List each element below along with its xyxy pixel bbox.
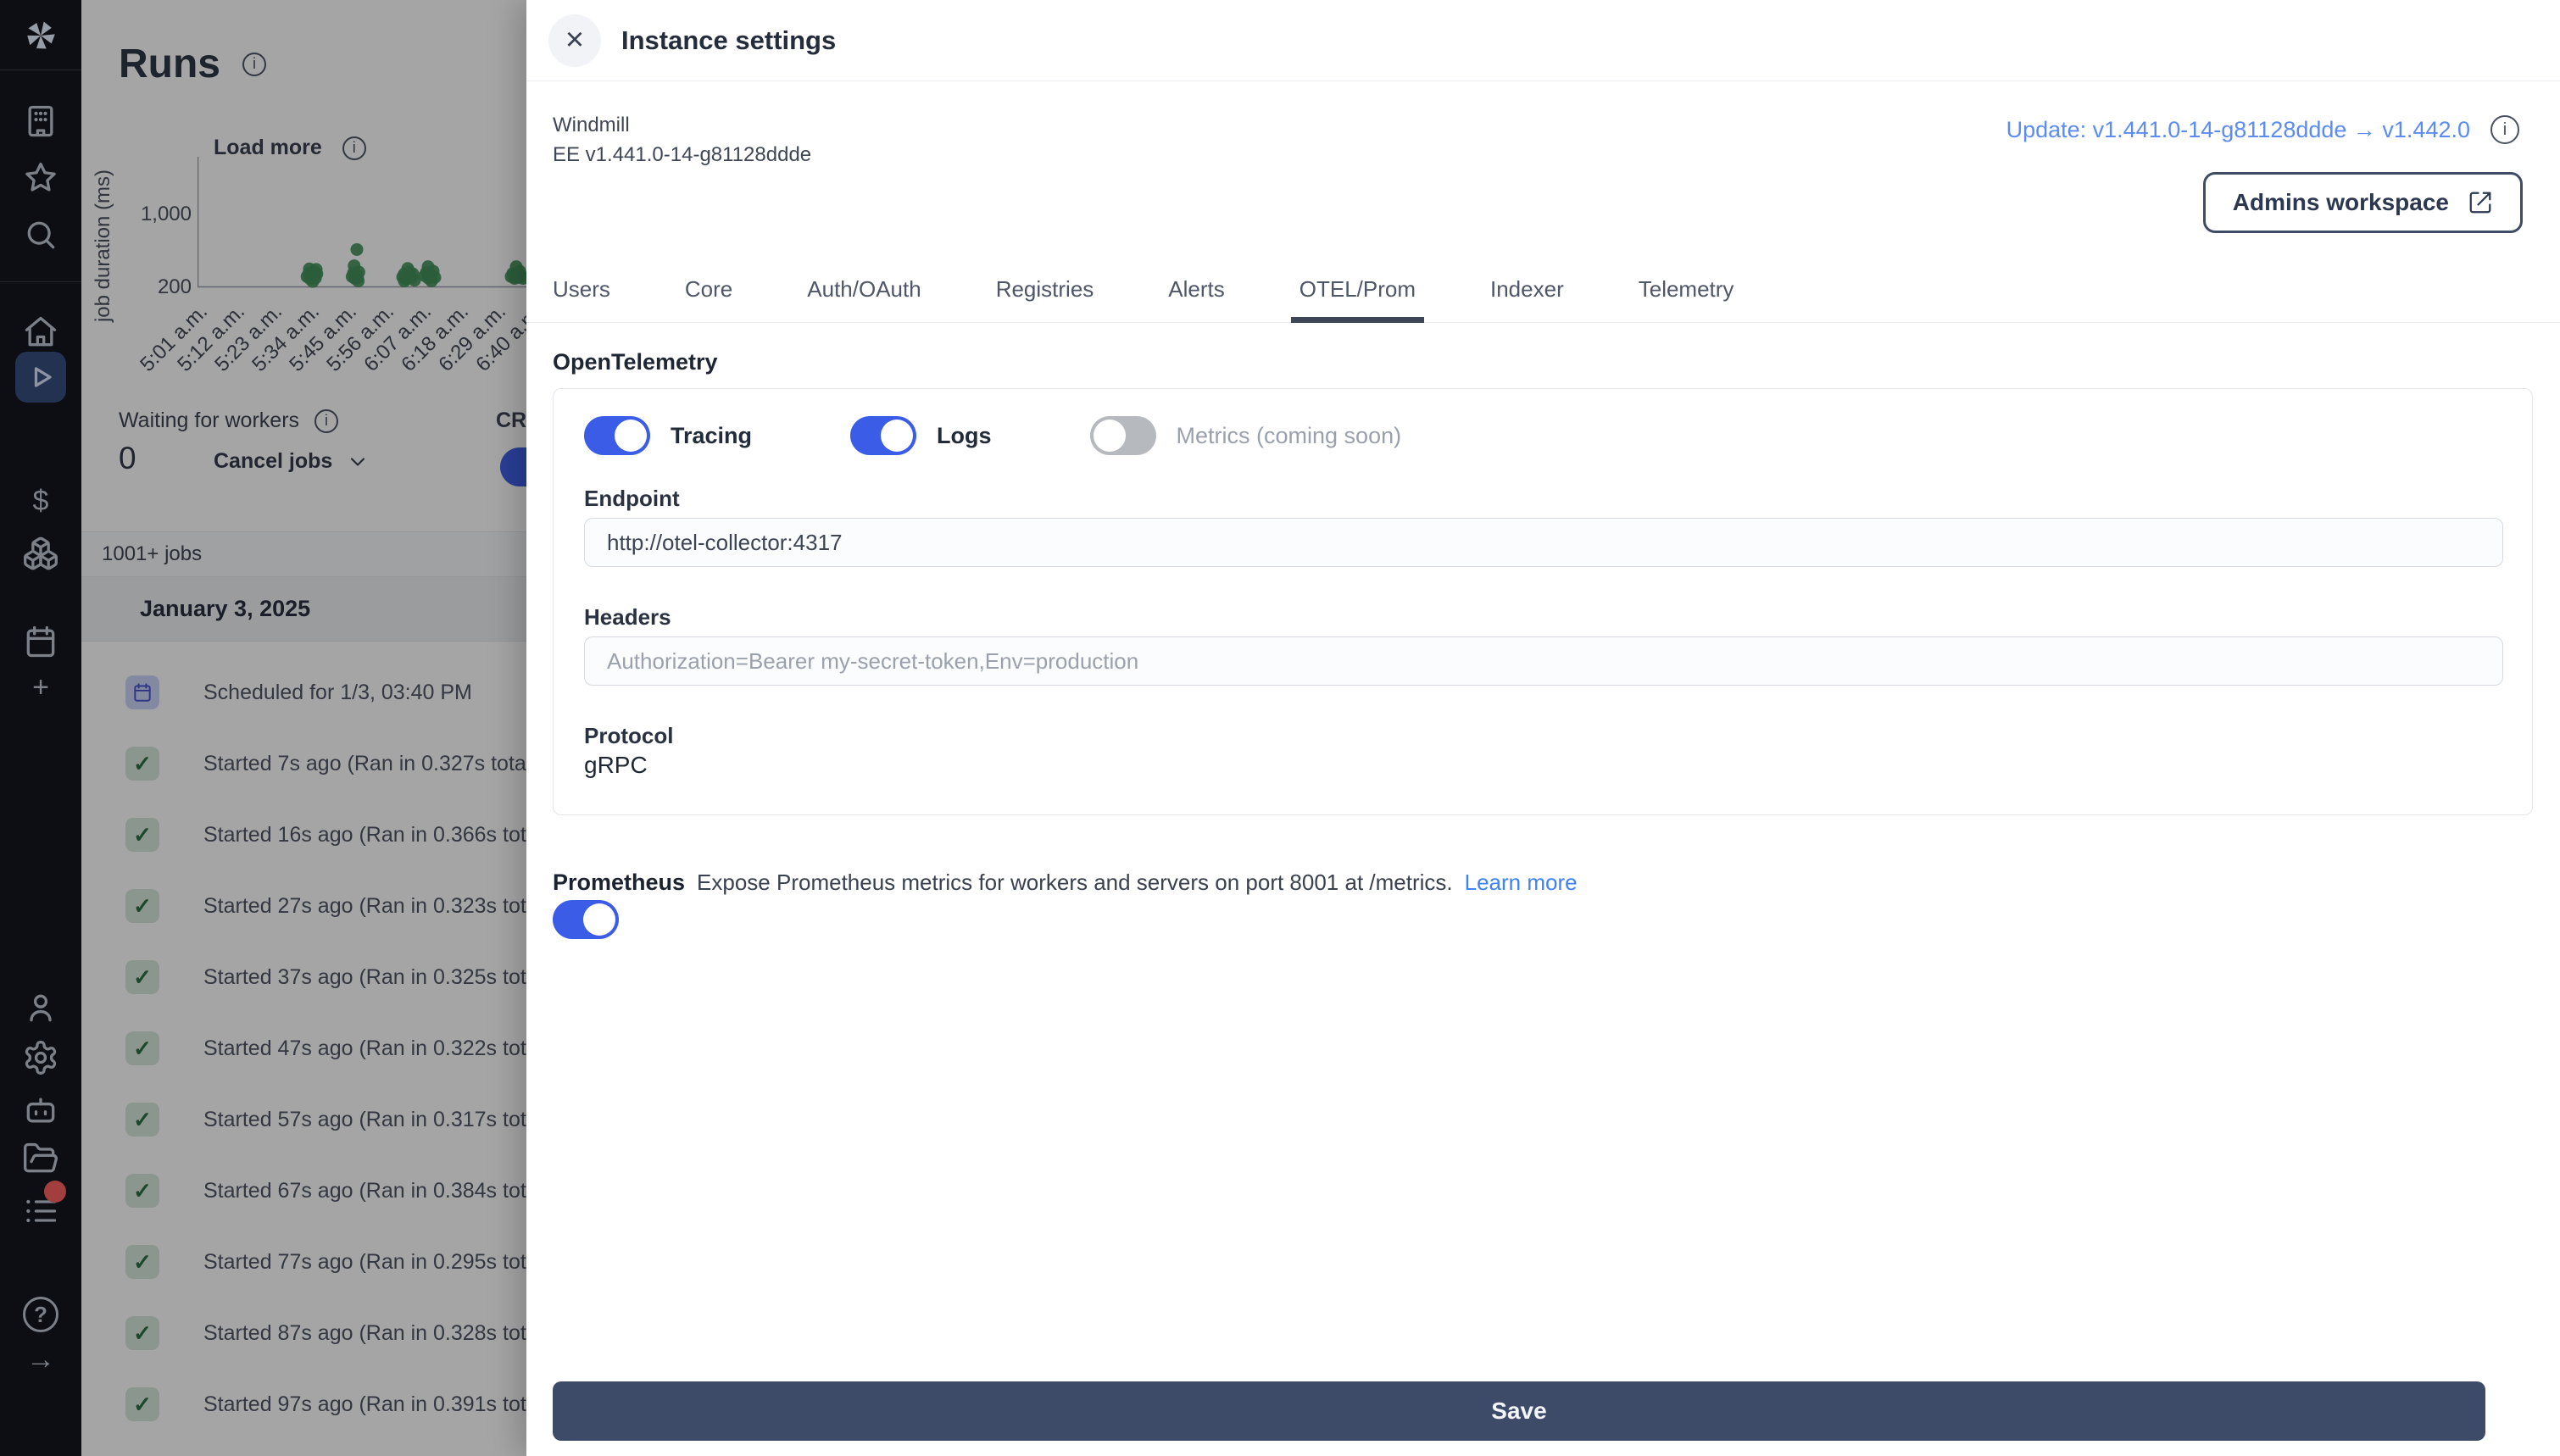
settings-gear-icon[interactable] bbox=[19, 1036, 63, 1080]
sidebar-divider bbox=[0, 69, 81, 70]
instance-settings-modal: × Instance settings Windmill EE v1.441.0… bbox=[526, 0, 2560, 1456]
windmill-logo-icon[interactable] bbox=[19, 14, 63, 58]
tracing-toggle[interactable] bbox=[584, 416, 650, 455]
favorites-star-icon[interactable] bbox=[19, 156, 63, 200]
tab-otel-prom[interactable]: OTEL/Prom bbox=[1290, 264, 1425, 323]
tab-core[interactable]: Core bbox=[685, 264, 732, 322]
update-link[interactable]: Update: v1.441.0-14-g81128ddde → v1.442.… bbox=[2006, 117, 2470, 143]
modal-title: Instance settings bbox=[621, 25, 837, 55]
tab-auth-oauth[interactable]: Auth/OAuth bbox=[807, 264, 921, 322]
logs-label: Logs bbox=[937, 422, 992, 448]
headers-label: Headers bbox=[584, 604, 671, 630]
prometheus-toggle[interactable] bbox=[553, 900, 619, 939]
add-plus-icon[interactable]: + bbox=[19, 665, 63, 709]
version-app-name: Windmill bbox=[553, 114, 630, 136]
version-info: Windmill EE v1.441.0-14-g81128ddde bbox=[553, 110, 811, 169]
help-icon[interactable]: ? bbox=[19, 1292, 63, 1337]
update-row: Update: v1.441.0-14-g81128ddde → v1.442.… bbox=[2006, 115, 2519, 144]
admins-workspace-button[interactable]: Admins workspace bbox=[2202, 172, 2523, 233]
tab-telemetry[interactable]: Telemetry bbox=[1639, 264, 1734, 322]
admins-workspace-label: Admins workspace bbox=[2232, 189, 2449, 215]
collapse-arrow-icon[interactable]: → bbox=[19, 1337, 63, 1381]
runs-play-icon[interactable] bbox=[15, 352, 66, 403]
tab-registries[interactable]: Registries bbox=[996, 264, 1094, 322]
sidebar: $ + ? → bbox=[0, 0, 81, 1456]
protocol-value[interactable]: gRPC bbox=[584, 752, 648, 779]
endpoint-label: Endpoint bbox=[584, 486, 680, 511]
save-button[interactable]: Save bbox=[553, 1381, 2485, 1441]
info-icon[interactable]: i bbox=[2490, 115, 2519, 144]
tracing-label: Tracing bbox=[671, 422, 753, 448]
home-icon[interactable] bbox=[19, 310, 63, 354]
learn-more-link[interactable]: Learn more bbox=[1465, 870, 1578, 896]
workspace-building-icon[interactable] bbox=[19, 99, 63, 143]
logs-toggle[interactable] bbox=[850, 416, 917, 455]
opentelemetry-card: Tracing Logs Metrics (coming soon) Endpo… bbox=[553, 388, 2533, 815]
opentelemetry-heading: OpenTelemetry bbox=[553, 349, 718, 375]
schedules-calendar-icon[interactable] bbox=[19, 620, 63, 664]
workers-bot-icon[interactable] bbox=[19, 1088, 63, 1132]
metrics-label: Metrics (coming soon) bbox=[1176, 422, 1402, 448]
user-icon[interactable] bbox=[19, 986, 63, 1030]
notification-dot bbox=[44, 1181, 66, 1203]
headers-input[interactable] bbox=[584, 636, 2503, 686]
tab-alerts[interactable]: Alerts bbox=[1168, 264, 1224, 322]
settings-tabs: Users Core Auth/OAuth Registries Alerts … bbox=[526, 264, 2560, 323]
modal-header: × Instance settings bbox=[526, 0, 2560, 81]
prometheus-title: Prometheus bbox=[553, 870, 686, 895]
metrics-toggle bbox=[1089, 416, 1156, 455]
otel-toggles-row: Tracing Logs Metrics (coming soon) bbox=[584, 416, 1500, 455]
close-icon[interactable]: × bbox=[548, 14, 601, 67]
sidebar-divider bbox=[0, 281, 81, 282]
prometheus-section: Prometheus Expose Prometheus metrics for… bbox=[553, 870, 1578, 896]
tab-users[interactable]: Users bbox=[553, 264, 610, 322]
billing-dollar-icon[interactable]: $ bbox=[19, 479, 63, 523]
version-detail: EE v1.441.0-14-g81128ddde bbox=[553, 143, 812, 166]
endpoint-input[interactable] bbox=[584, 518, 2503, 567]
external-link-icon bbox=[2469, 192, 2491, 214]
protocol-label: Protocol bbox=[584, 723, 674, 748]
resources-boxes-icon[interactable] bbox=[19, 531, 63, 575]
search-icon[interactable] bbox=[19, 213, 63, 257]
prometheus-description: Expose Prometheus metrics for workers an… bbox=[697, 870, 1453, 895]
tab-indexer[interactable]: Indexer bbox=[1490, 264, 1564, 322]
folders-icon[interactable] bbox=[19, 1136, 63, 1181]
